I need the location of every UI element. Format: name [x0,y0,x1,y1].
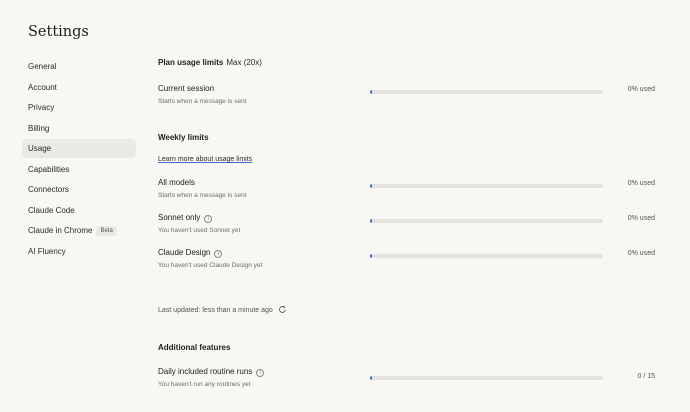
page-title: Settings [28,24,89,40]
current-session-usage: 0% used [627,86,655,93]
routines-label: Daily included routine runs [158,367,253,376]
learn-more-link[interactable]: Learn more about usage limits [158,156,252,163]
sidebar-item-claude-code[interactable]: Claude Code [22,201,136,220]
info-icon[interactable]: i [214,250,223,258]
design-label-wrap: Claude Design i [158,248,223,258]
plan-usage-heading: Plan usage limits Max (20x) [158,58,262,67]
routines-usage: 0 / 15 [637,373,655,380]
sidebar-item-label: Billing [28,123,50,133]
sonnet-usage: 0% used [627,215,655,222]
current-session-sub: Starts when a message is sent [158,98,247,105]
sidebar-item-label: Claude in Chrome [28,226,93,235]
weekly-limits-title: Weekly limits [158,133,209,142]
sidebar-item-general[interactable]: General [22,57,136,76]
current-session-row: Current session Starts when a message is… [158,84,658,110]
sonnet-row: Sonnet only i You haven't used Sonnet yet… [158,213,658,239]
sidebar-item-usage[interactable]: Usage [22,139,136,158]
info-icon[interactable]: i [204,215,213,223]
refresh-icon[interactable] [278,305,287,316]
design-sub: You haven't used Claude Design yet [158,262,263,269]
sidebar-item-connectors[interactable]: Connectors [22,180,136,199]
all-models-progress [370,184,603,188]
settings-sidebar: General Account Privacy Billing Usage Ca… [22,57,136,262]
plan-name: Max (20x) [226,58,262,67]
sidebar-item-claude-in-chrome[interactable]: Claude in Chrome Beta [22,221,136,240]
sidebar-item-ai-fluency[interactable]: AI Fluency [22,242,136,261]
all-models-label: All models [158,178,195,187]
usage-panel: Plan usage limits Max (20x) Current sessi… [158,0,658,412]
sidebar-item-label: General [28,62,57,71]
progress-fill [370,376,372,380]
last-updated: Last updated: less than a minute ago [158,305,287,316]
sidebar-item-privacy[interactable]: Privacy [22,98,136,117]
sidebar-item-label: Claude Code [28,205,75,215]
additional-features-title: Additional features [158,343,231,352]
sidebar-item-capabilities[interactable]: Capabilities [22,160,136,179]
routines-row: Daily included routine runs i You haven't… [158,367,658,393]
design-usage: 0% used [627,250,655,257]
current-session-progress [370,90,603,94]
routines-label-wrap: Daily included routine runs i [158,367,265,377]
all-models-sub: Starts when a message is sent [158,192,247,199]
design-progress [370,254,603,258]
routines-progress [370,376,603,380]
sidebar-item-billing[interactable]: Billing [22,119,136,138]
sidebar-item-label: Capabilities [28,164,70,174]
current-session-label: Current session [158,84,215,93]
progress-fill [370,90,372,94]
sidebar-item-label: Connectors [28,185,69,194]
progress-fill [370,219,372,223]
sonnet-progress [370,219,603,223]
all-models-row: All models Starts when a message is sent… [158,178,658,204]
sidebar-item-label: AI Fluency [28,246,66,256]
routines-sub: You haven't run any routines yet [158,381,251,388]
sonnet-label-wrap: Sonnet only i [158,213,213,223]
beta-badge: Beta [96,226,117,236]
sonnet-sub: You haven't used Sonnet yet [158,227,241,234]
design-row: Claude Design i You haven't used Claude D… [158,248,658,274]
last-updated-text: Last updated: less than a minute ago [158,307,273,314]
sidebar-item-label: Usage [28,144,52,153]
progress-fill [370,184,372,188]
sonnet-label: Sonnet only [158,213,201,222]
all-models-usage: 0% used [627,180,655,187]
sidebar-item-account[interactable]: Account [22,78,136,97]
design-label: Claude Design [158,248,211,257]
progress-fill [370,254,372,258]
sidebar-item-label: Privacy [28,103,55,112]
info-icon[interactable]: i [256,369,265,377]
plan-usage-title: Plan usage limits [158,58,224,67]
sidebar-item-label: Account [28,82,57,92]
